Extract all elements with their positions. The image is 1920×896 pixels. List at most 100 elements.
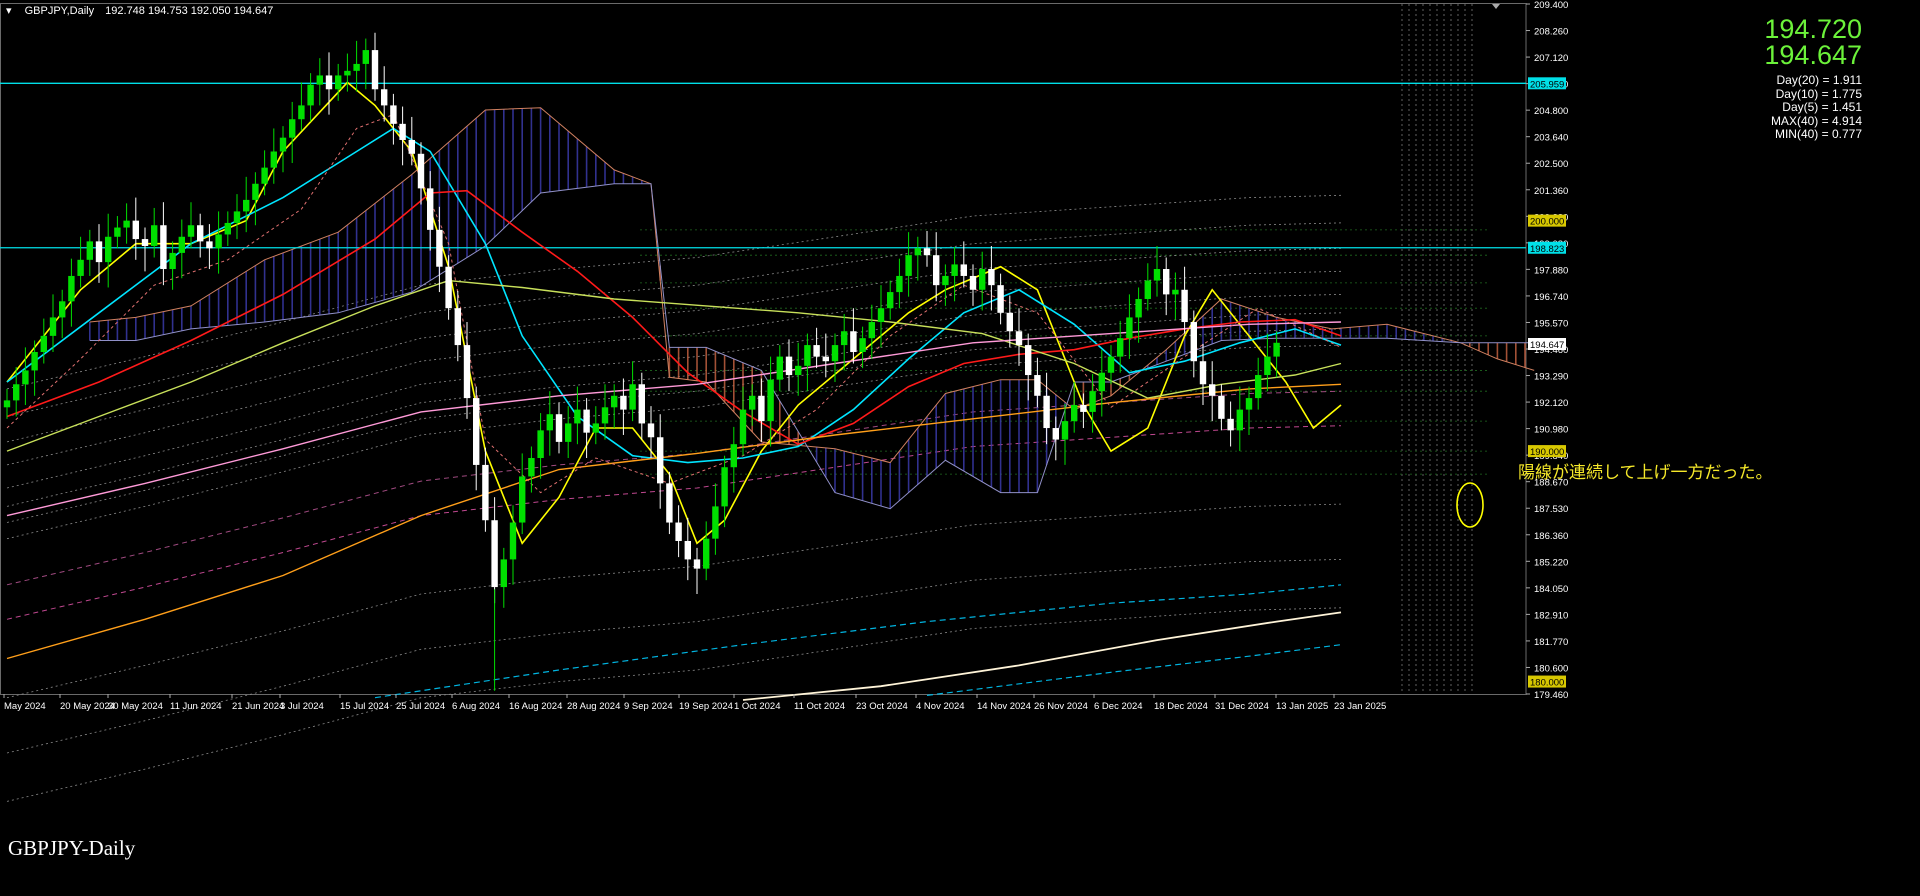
- candle-body: [942, 275, 949, 286]
- y-tick-label: 193.290: [1534, 372, 1568, 383]
- candle: [141, 227, 149, 272]
- candle-body: [629, 384, 636, 410]
- candle: [942, 264, 949, 306]
- candle: [77, 236, 84, 288]
- cloud-span-b: [89, 183, 1535, 510]
- candle: [132, 197, 139, 260]
- candle: [371, 32, 379, 101]
- candle-body: [693, 559, 701, 569]
- price-label-box: 198.823: [1528, 241, 1566, 255]
- price-label-box: 205.959: [1528, 77, 1566, 90]
- candle-body: [1264, 356, 1271, 376]
- pink-dashed-band: [6, 390, 1342, 586]
- candle-body: [224, 222, 231, 235]
- candle-body: [445, 266, 452, 309]
- price-label-box: 180.000: [1528, 675, 1566, 689]
- candle: [187, 202, 195, 249]
- candle-body: [95, 241, 103, 263]
- chart-area[interactable]: 209.400208.260207.120205.980204.800203.6…: [0, 0, 1920, 891]
- candle-body: [1061, 421, 1069, 440]
- candle-body: [1089, 391, 1096, 412]
- candle-body: [390, 105, 397, 124]
- candle: [1227, 401, 1234, 447]
- candle: [509, 505, 517, 585]
- candle-body: [914, 248, 921, 256]
- candle: [261, 150, 268, 196]
- candle: [565, 406, 572, 459]
- candle: [362, 38, 369, 90]
- candle: [151, 207, 158, 258]
- candle: [105, 213, 112, 288]
- x-tick-label: 26 Nov 2024: [1034, 701, 1088, 712]
- candle-body: [454, 308, 461, 346]
- candle: [353, 40, 360, 92]
- candle-body: [583, 409, 590, 433]
- candle: [776, 345, 783, 392]
- candle-body: [13, 384, 20, 401]
- candle: [1052, 416, 1059, 461]
- candle-body: [905, 255, 912, 276]
- candle-body: [859, 338, 866, 352]
- candle: [519, 453, 526, 535]
- candle-body: [1071, 405, 1078, 422]
- x-tick-label: 11 Jun 2024: [170, 701, 222, 712]
- candle-body: [960, 264, 967, 276]
- price-chart[interactable]: 209.400208.260207.120205.980204.800203.6…: [0, 0, 1920, 891]
- dropdown-triangle-icon[interactable]: ▾: [6, 5, 12, 17]
- candle: [482, 447, 489, 532]
- candle-body: [758, 395, 765, 422]
- candle: [279, 126, 287, 173]
- candle-body: [417, 153, 425, 189]
- shift-marker-icon: [1492, 4, 1500, 9]
- x-tick-label: 4 Nov 2024: [916, 701, 965, 712]
- x-tick-label: 20 May 2024: [60, 701, 115, 712]
- candle: [500, 547, 507, 608]
- candle: [546, 391, 553, 456]
- candle: [445, 255, 452, 320]
- candle: [95, 224, 103, 283]
- candle: [1025, 333, 1032, 401]
- candle-body: [1107, 356, 1115, 373]
- candle-body: [1153, 269, 1161, 281]
- candle: [555, 402, 563, 454]
- stat-min40: MIN(40) = 0.777: [1774, 127, 1862, 141]
- candle-body: [160, 225, 167, 270]
- y-tick-label: 182.910: [1534, 610, 1568, 621]
- candle: [215, 211, 222, 274]
- range-stats: Day(20) = 1.911 Day(10) = 1.775 Day(5) =…: [1771, 73, 1862, 142]
- x-tick-label: 23 Jan 2025: [1334, 701, 1386, 712]
- candle-body: [951, 264, 958, 276]
- y-tick-label: 195.570: [1534, 318, 1568, 329]
- candle-body: [620, 395, 627, 410]
- candle-body: [3, 400, 11, 408]
- candle-body: [362, 50, 369, 64]
- candle-body: [1015, 331, 1023, 346]
- candle-body: [804, 345, 811, 366]
- candle: [657, 414, 664, 509]
- upper-band: [6, 344, 1342, 540]
- candle: [693, 547, 701, 594]
- candle: [463, 322, 471, 419]
- candles: [3, 32, 1280, 608]
- annotation-ellipse: [1456, 482, 1484, 528]
- stat-day5: Day(5) = 1.451: [1782, 100, 1862, 114]
- x-tick-label: 15 Jul 2024: [340, 701, 389, 712]
- candle: [307, 73, 314, 122]
- candle: [887, 280, 894, 320]
- candle: [896, 258, 903, 309]
- candle: [831, 333, 839, 382]
- candle-body: [123, 220, 130, 228]
- candle-body: [1245, 398, 1253, 410]
- candle: [390, 93, 397, 145]
- candle: [712, 483, 719, 555]
- pink-dashed-band: [6, 425, 1342, 620]
- candle-body: [997, 285, 1004, 313]
- candle: [795, 342, 802, 396]
- candle-body: [1052, 428, 1059, 440]
- x-tick-label: 30 May 2024: [108, 701, 163, 712]
- x-tick-label: May 2024: [4, 701, 46, 712]
- x-tick-label: 6 Aug 2024: [452, 701, 500, 712]
- candle-body: [1025, 345, 1032, 376]
- candle-body: [141, 239, 149, 246]
- candle: [252, 172, 259, 226]
